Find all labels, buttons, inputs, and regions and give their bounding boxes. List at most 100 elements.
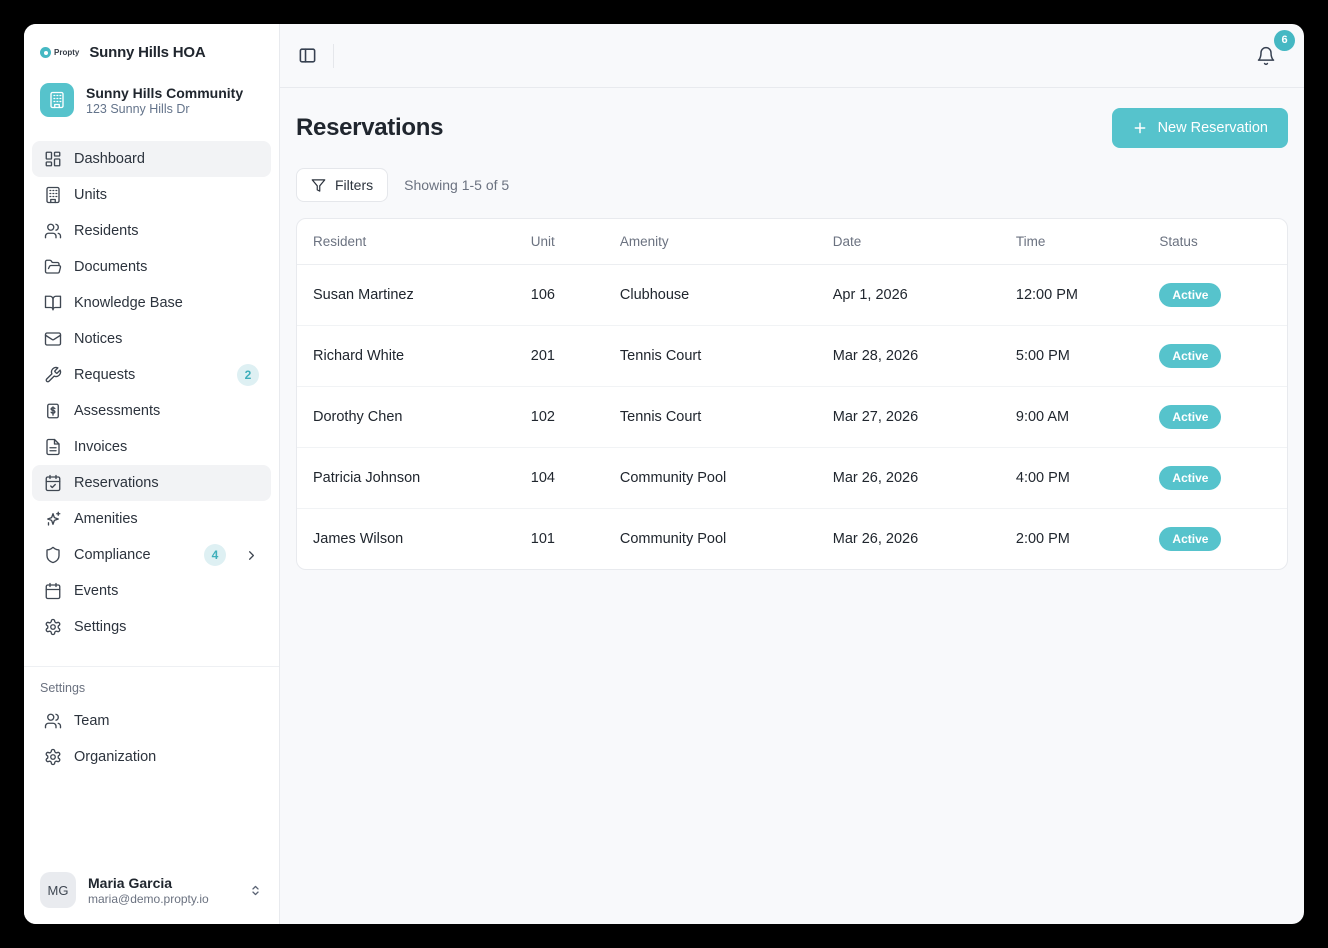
status-badge: Active [1159,466,1221,490]
wrench-icon [44,366,62,384]
bell-icon [1256,46,1276,66]
table-row[interactable]: Susan Martinez 106 Clubhouse Apr 1, 2026… [297,265,1287,326]
sidebar-item-assessments[interactable]: Assessments [32,393,271,429]
cell-unit: 104 [515,448,604,509]
folder-open-icon [44,258,62,276]
table-row[interactable]: James Wilson 101 Community Pool Mar 26, … [297,509,1287,570]
chevrons-up-down-icon [248,883,263,898]
column-header-status: Status [1143,219,1287,265]
panel-left-icon [298,46,317,65]
new-reservation-label: New Reservation [1158,120,1268,136]
sidebar-item-amenities[interactable]: Amenities [32,501,271,537]
cell-resident: Susan Martinez [297,265,515,326]
cell-resident: Dorothy Chen [297,387,515,448]
sidebar-item-compliance[interactable]: Compliance 4 [32,537,271,573]
mail-icon [44,330,62,348]
reservations-table-card: Resident Unit Amenity Date Time Status S… [296,218,1288,570]
sidebar-item-label: Units [74,187,259,203]
building-icon [44,186,62,204]
cell-resident: James Wilson [297,509,515,570]
main-area: 6 Reservations New Reservation Filters S… [280,24,1304,924]
avatar: MG [40,872,76,908]
file-text-icon [44,438,62,456]
sidebar-item-organization[interactable]: Organization [32,739,271,775]
settings-section: Settings Team Organization [24,667,279,775]
chevron-right-icon [244,548,259,563]
sidebar-toggle-button[interactable] [296,44,319,67]
column-header-unit: Unit [515,219,604,265]
user-menu[interactable]: MG Maria Garcia maria@demo.propty.io [24,860,279,924]
topbar-divider [333,44,334,68]
users-icon [44,222,62,240]
dollar-file-icon [44,402,62,420]
sidebar-item-events[interactable]: Events [32,573,271,609]
cell-time: 2:00 PM [1000,509,1144,570]
community-name: Sunny Hills Community [86,85,243,101]
table-row[interactable]: Dorothy Chen 102 Tennis Court Mar 27, 20… [297,387,1287,448]
community-selector[interactable]: Sunny Hills Community 123 Sunny Hills Dr [36,79,267,121]
requests-count-badge: 2 [237,364,259,386]
propty-logo-text: Propty [54,48,79,57]
status-badge: Active [1159,527,1221,551]
dashboard-icon [44,150,62,168]
cell-time: 5:00 PM [1000,326,1144,387]
sidebar-item-label: Residents [74,223,259,239]
status-badge: Active [1159,283,1221,307]
propty-logo-icon [40,47,51,58]
cell-amenity: Community Pool [604,509,817,570]
gear-icon [44,748,62,766]
results-count: Showing 1-5 of 5 [404,177,509,193]
funnel-icon [311,178,326,193]
sidebar-item-requests[interactable]: Requests 2 [32,357,271,393]
cell-time: 9:00 AM [1000,387,1144,448]
sidebar-item-label: Organization [74,749,259,765]
table-row[interactable]: Richard White 201 Tennis Court Mar 28, 2… [297,326,1287,387]
cell-date: Mar 28, 2026 [817,326,1000,387]
sidebar-item-label: Events [74,583,259,599]
sidebar-item-label: Notices [74,331,259,347]
propty-logo: Propty [40,47,79,58]
org-header: Propty Sunny Hills HOA [24,24,279,73]
cell-amenity: Clubhouse [604,265,817,326]
shield-icon [44,546,62,564]
user-name: Maria Garcia [88,875,236,891]
compliance-count-badge: 4 [204,544,226,566]
community-address: 123 Sunny Hills Dr [86,102,243,116]
new-reservation-button[interactable]: New Reservation [1112,108,1288,148]
table-header-row: Resident Unit Amenity Date Time Status [297,219,1287,265]
column-header-resident: Resident [297,219,515,265]
user-email: maria@demo.propty.io [88,892,236,906]
cell-amenity: Tennis Court [604,387,817,448]
sidebar-item-residents[interactable]: Residents [32,213,271,249]
sidebar-item-notices[interactable]: Notices [32,321,271,357]
notifications-button[interactable] [1254,44,1278,68]
sidebar-item-label: Settings [74,619,259,635]
notification-count-badge: 6 [1274,30,1295,51]
status-badge: Active [1159,405,1221,429]
filters-button[interactable]: Filters [296,168,388,202]
content: Reservations New Reservation Filters Sho… [280,88,1304,570]
sidebar-item-team[interactable]: Team [32,703,271,739]
sidebar-item-label: Knowledge Base [74,295,259,311]
sidebar-item-label: Documents [74,259,259,275]
filters-label: Filters [335,177,373,193]
cell-time: 4:00 PM [1000,448,1144,509]
sidebar-item-invoices[interactable]: Invoices [32,429,271,465]
column-header-amenity: Amenity [604,219,817,265]
sidebar-item-dashboard[interactable]: Dashboard [32,141,271,177]
sparkles-icon [44,510,62,528]
cell-resident: Richard White [297,326,515,387]
sidebar: Propty Sunny Hills HOA Sunny Hills Commu… [24,24,280,924]
sidebar-item-reservations[interactable]: Reservations [32,465,271,501]
reservations-table: Resident Unit Amenity Date Time Status S… [297,219,1287,569]
sidebar-item-documents[interactable]: Documents [32,249,271,285]
table-row[interactable]: Patricia Johnson 104 Community Pool Mar … [297,448,1287,509]
cell-unit: 101 [515,509,604,570]
plus-icon [1132,120,1148,136]
settings-section-label: Settings [32,677,271,703]
sidebar-item-knowledge-base[interactable]: Knowledge Base [32,285,271,321]
sidebar-nav: Dashboard Units Residents Documents Know… [24,131,279,645]
column-header-date: Date [817,219,1000,265]
sidebar-item-units[interactable]: Units [32,177,271,213]
sidebar-item-settings[interactable]: Settings [32,609,271,645]
